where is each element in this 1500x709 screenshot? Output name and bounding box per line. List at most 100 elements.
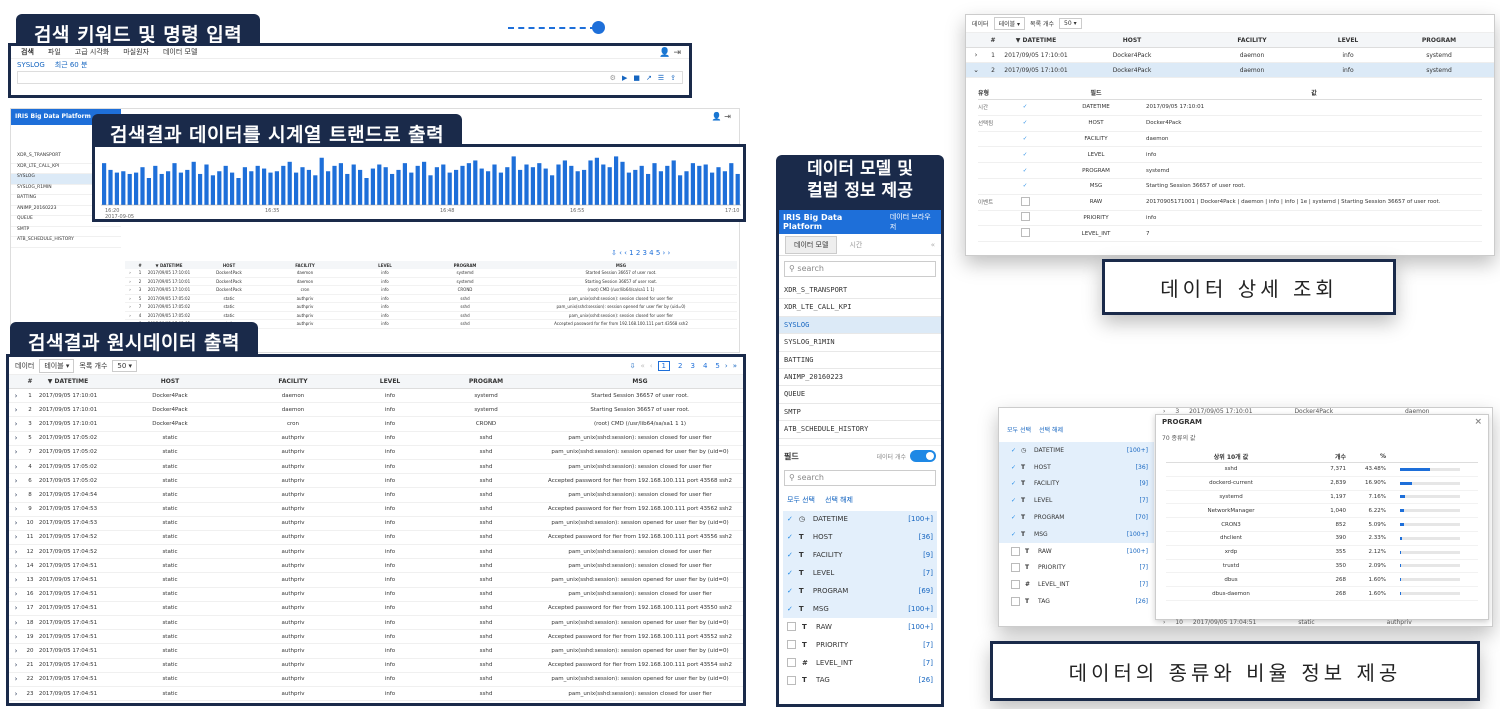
popup-row[interactable]: CRON3 852 5.09% bbox=[1166, 518, 1478, 532]
raw-table-row[interactable]: › 23 2017/09/05 17:04:51 static authpriv info… bbox=[9, 687, 743, 702]
field-item[interactable]: ✓ T HOST [36] bbox=[783, 528, 937, 547]
page-link[interactable]: 1 bbox=[657, 360, 671, 371]
raw-table-row[interactable]: › 20 2017/09/05 17:04:51 static authpriv info… bbox=[9, 644, 743, 659]
raw-table-row[interactable]: › 9 2017/09/05 17:04:53 static authpriv info s… bbox=[9, 503, 743, 517]
raw-table-row[interactable]: › 22 2017/09/05 17:04:51 static authpriv info… bbox=[9, 673, 743, 687]
select-all-link[interactable]: 모두 선택 bbox=[787, 495, 815, 505]
field-item[interactable]: T RAW [100+] bbox=[783, 618, 937, 636]
tab-time[interactable]: 시간 bbox=[841, 237, 870, 253]
expand-icon[interactable]: › bbox=[9, 619, 23, 627]
checkbox-checked-icon[interactable]: ✓ bbox=[1011, 464, 1016, 471]
model-search-input[interactable]: ⚲ search bbox=[784, 261, 936, 277]
popup-row[interactable]: NetworkManager 1,040 6.22% bbox=[1166, 504, 1478, 519]
expand-icon[interactable]: › bbox=[9, 633, 23, 641]
list-icon[interactable]: ☰ bbox=[658, 74, 664, 82]
checkbox-checked-icon[interactable]: ✓ bbox=[787, 569, 793, 577]
checkbox-icon[interactable] bbox=[1020, 196, 1030, 206]
model-item[interactable]: SYSLOG bbox=[779, 316, 941, 335]
expand-icon[interactable]: › bbox=[9, 576, 23, 584]
raw-table-row[interactable]: › 21 2017/09/05 17:04:51 static authpriv info… bbox=[9, 659, 743, 673]
search-menu-item[interactable]: 파일 bbox=[48, 47, 61, 57]
search-tab[interactable]: SYSLOG bbox=[17, 61, 45, 69]
raw-header-cell[interactable]: # bbox=[23, 378, 37, 385]
expand-icon[interactable]: › bbox=[9, 406, 23, 414]
field-item[interactable]: # LEVEL_INT [7] bbox=[783, 654, 937, 672]
field-item[interactable]: ✓ T FACILITY [9] bbox=[783, 546, 937, 565]
model-item[interactable]: ANIMP_20160223 bbox=[779, 369, 941, 387]
run-icon[interactable]: ▶ bbox=[622, 74, 627, 82]
expand-icon[interactable]: › bbox=[9, 519, 23, 527]
checkbox-checked-icon[interactable]: ✓ bbox=[787, 605, 793, 613]
ratio-select-all[interactable]: 모두 선택 bbox=[1007, 425, 1031, 434]
expand-icon[interactable]: › bbox=[9, 448, 23, 456]
sub-check-wrap[interactable] bbox=[1004, 228, 1046, 239]
raw-table-row[interactable]: › 3 2017/09/05 17:10:01 Docker4Pack cron info… bbox=[9, 417, 743, 432]
field-item[interactable]: T PRIORITY [7] bbox=[783, 636, 937, 654]
ratio-field-item[interactable]: T TAG [26] bbox=[999, 593, 1154, 610]
chart-icon[interactable]: ↗ bbox=[646, 74, 652, 82]
expand-icon[interactable]: › bbox=[9, 491, 23, 499]
search-menu-item[interactable]: 고급 시각화 bbox=[75, 47, 109, 57]
expand-icon[interactable]: › bbox=[9, 505, 23, 513]
raw-table-row[interactable]: › 4 2017/09/05 17:05:02 static authpriv info s… bbox=[9, 460, 743, 475]
prev-page-icon[interactable]: ‹ bbox=[650, 362, 653, 370]
expand-icon[interactable]: › bbox=[9, 420, 23, 428]
page-link[interactable]: 2 bbox=[678, 362, 682, 370]
sub-check-wrap[interactable]: ✓ bbox=[1004, 104, 1046, 110]
expand-icon[interactable]: › bbox=[9, 562, 23, 570]
raw-header-cell[interactable]: FACILITY bbox=[241, 378, 345, 385]
raw-table-row[interactable]: › 13 2017/09/05 17:04:51 static authpriv info… bbox=[9, 573, 743, 588]
detail-table-row[interactable]: › 1 2017/09/05 17:10:01 Docker4Pack daemon in… bbox=[966, 48, 1494, 63]
raw-table-row[interactable]: › 7 2017/09/05 17:05:02 static authpriv info s… bbox=[9, 446, 743, 460]
checkbox-checked-icon[interactable]: ✓ bbox=[1011, 514, 1016, 521]
raw-table-row[interactable]: › 1 2017/09/05 17:10:01 Docker4Pack daemon in… bbox=[9, 389, 743, 404]
page-link[interactable]: 4 bbox=[703, 362, 707, 370]
collapse-row-icon[interactable]: ⌄ bbox=[966, 66, 986, 74]
popup-row[interactable]: dbus-daemon 268 1.60% bbox=[1166, 587, 1478, 601]
popup-row[interactable]: dbus 268 1.60% bbox=[1166, 573, 1478, 588]
sub-check-wrap[interactable]: ✓ bbox=[1004, 168, 1046, 174]
next-page-icon[interactable]: › bbox=[725, 362, 728, 370]
checkbox-icon[interactable] bbox=[787, 640, 796, 650]
popup-row[interactable]: xrdp 355 2.12% bbox=[1166, 546, 1478, 560]
raw-header-cell[interactable]: MSG bbox=[537, 378, 743, 385]
ratio-field-item[interactable]: ✓ T FACILITY [9] bbox=[999, 475, 1154, 493]
checkbox-checked-icon[interactable]: ✓ bbox=[1023, 183, 1028, 189]
raw-table-row[interactable]: › 11 2017/09/05 17:04:52 static authpriv info… bbox=[9, 531, 743, 546]
detail-header-cell[interactable]: # bbox=[986, 37, 1000, 44]
expand-icon[interactable]: › bbox=[9, 675, 23, 683]
field-search-input[interactable]: ⚲ search bbox=[784, 469, 936, 486]
ratio-field-item[interactable]: ✓ T HOST [36] bbox=[999, 458, 1154, 476]
data-select[interactable]: 테이블 ▾ bbox=[39, 358, 75, 373]
checkbox-checked-icon[interactable]: ✓ bbox=[1011, 497, 1016, 504]
model-item[interactable]: SYSLOG_R1MIN bbox=[779, 334, 941, 352]
raw-table-row[interactable]: › 19 2017/09/05 17:04:51 static authpriv info… bbox=[9, 630, 743, 645]
expand-icon[interactable]: › bbox=[9, 463, 23, 471]
expand-icon[interactable]: › bbox=[9, 690, 23, 698]
field-item[interactable]: ✓ T PROGRAM [69] bbox=[783, 582, 937, 600]
ratio-deselect[interactable]: 선택 해제 bbox=[1039, 425, 1063, 434]
model-item[interactable]: ATB_SCHEDULE_HISTORY bbox=[779, 421, 941, 439]
field-item[interactable]: ✓ T MSG [100+] bbox=[783, 599, 937, 618]
raw-header-cell[interactable]: ▼ DATETIME bbox=[37, 378, 99, 385]
model-item[interactable]: BATTING bbox=[779, 352, 941, 369]
checkbox-icon[interactable] bbox=[1020, 212, 1030, 222]
ratio-field-item[interactable]: T PRIORITY [7] bbox=[999, 560, 1154, 577]
model-item[interactable]: QUEUE bbox=[779, 386, 941, 404]
checkbox-icon[interactable] bbox=[787, 675, 796, 685]
raw-header-cell[interactable]: PROGRAM bbox=[435, 378, 537, 385]
checkbox-checked-icon[interactable]: ✓ bbox=[1023, 120, 1028, 126]
checkbox-checked-icon[interactable]: ✓ bbox=[1023, 104, 1028, 110]
expand-icon[interactable]: › bbox=[9, 647, 23, 655]
sub-check-wrap[interactable]: ✓ bbox=[1004, 136, 1046, 142]
checkbox-checked-icon[interactable]: ✓ bbox=[1011, 447, 1016, 454]
deselect-link[interactable]: 선택 해제 bbox=[825, 495, 853, 505]
checkbox-checked-icon[interactable]: ✓ bbox=[787, 515, 793, 523]
raw-table-row[interactable]: › 12 2017/09/05 17:04:52 static authpriv info… bbox=[9, 545, 743, 560]
popup-row[interactable]: sshd 7,371 43.48% bbox=[1166, 463, 1478, 477]
first-page-icon[interactable]: « bbox=[640, 362, 644, 370]
search-menu-item[interactable]: 검색 bbox=[21, 47, 34, 57]
download-icon[interactable]: ⇩ bbox=[630, 362, 636, 370]
search-menu-item[interactable]: 데이터 모델 bbox=[163, 47, 197, 57]
user-icon[interactable]: 👤 ⇥ bbox=[659, 48, 681, 58]
